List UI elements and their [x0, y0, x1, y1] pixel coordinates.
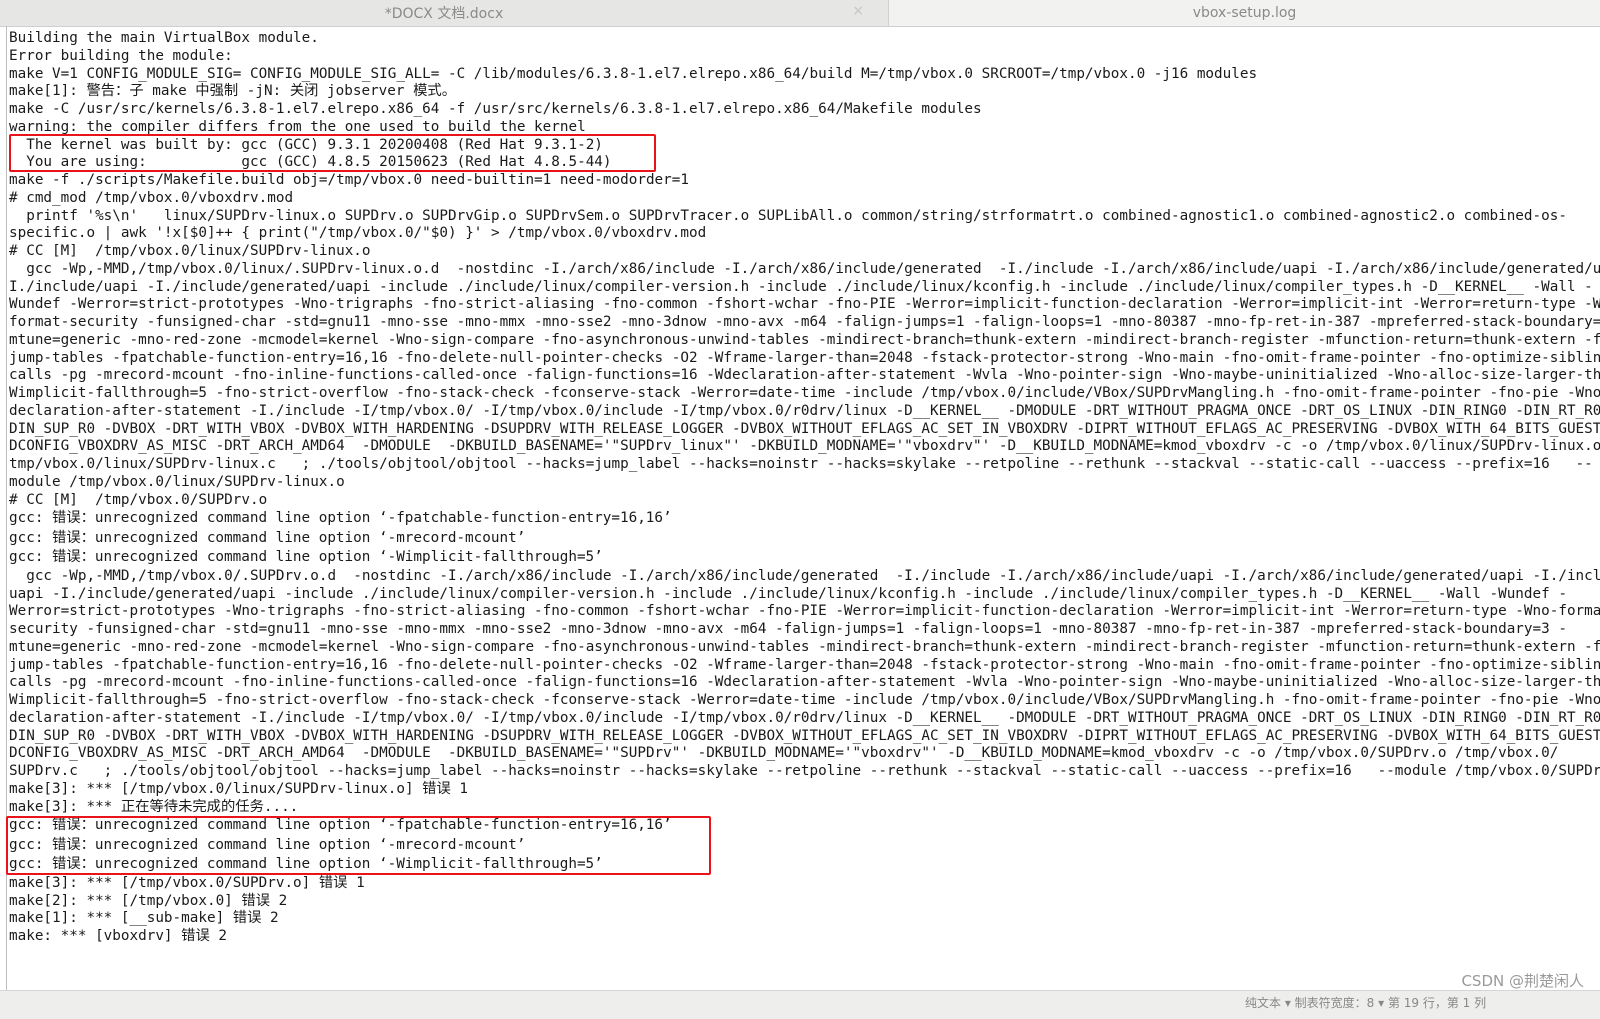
log-line: gcc -Wp,-MMD,/tmp/vbox.0/.SUPDrv.o.d -no…	[9, 567, 1600, 584]
log-line: Wimplicit-fallthrough=5 -fno-strict-over…	[9, 385, 1600, 401]
vertical-scrollbar[interactable]	[6, 26, 7, 1010]
log-line: DCONFIG_VBOXDRV_AS_MISC -DRT_ARCH_AMD64 …	[9, 745, 1559, 762]
log-line: declaration-after-statement -I./include …	[9, 709, 1600, 726]
log-line: make[1]: 警告：子 make 中强制 -jN: 关闭 jobserver…	[9, 83, 456, 100]
log-line: security -funsigned-char -std=gnu11 -mno…	[9, 621, 1567, 637]
log-line: specific.o | awk '!x[$0]++ { print("/tmp…	[9, 225, 707, 242]
log-line: gcc: 错误：unrecognized command line option…	[9, 510, 672, 527]
text-editor-area[interactable]: Building the main VirtualBox module. Erro…	[9, 30, 1600, 999]
log-line: SUPDrv.c ; ./tools/objtool/objtool --hac…	[9, 763, 1600, 779]
log-line: module /tmp/vbox.0/linux/SUPDrv-linux.o	[9, 473, 345, 490]
log-line: gcc -Wp,-MMD,/tmp/vbox.0/linux/.SUPDrv-l…	[9, 260, 1600, 277]
log-line: jump-tables -fpatchable-function-entry=1…	[9, 349, 1600, 366]
log-line: gcc: 错误：unrecognized command line option…	[9, 856, 603, 873]
log-line: uapi -I./include/generated/uapi -include…	[9, 585, 1567, 602]
log-line: tmp/vbox.0/linux/SUPDrv-linux.c ; ./tool…	[9, 456, 1593, 472]
status-info: 纯文本 ▾ 制表符宽度：8 ▾ 第 19 行，第 1 列	[1245, 996, 1487, 1010]
log-line: calls -pg -mrecord-mcount -fno-inline-fu…	[9, 674, 1600, 691]
log-line: Wimplicit-fallthrough=5 -fno-strict-over…	[9, 692, 1600, 708]
log-line: declaration-after-statement -I./include …	[9, 402, 1600, 419]
log-line: jump-tables -fpatchable-function-entry=1…	[9, 656, 1600, 673]
log-line: Werror=strict-prototypes -Wno-trigraphs …	[9, 603, 1600, 620]
tab-label: vbox-setup.log	[1192, 5, 1297, 21]
tab-label: *DOCX 文档.docx	[384, 6, 504, 22]
log-line: make[3]: *** 正在等待未完成的任务....	[9, 798, 299, 815]
log-line: mtune=generic -mno-red-zone -mcmodel=ker…	[9, 331, 1600, 348]
log-line: gcc: 错误：unrecognized command line option…	[9, 549, 603, 566]
log-line: Wundef -Werror=strict-prototypes -Wno-tr…	[9, 296, 1600, 313]
log-line: gcc: 错误：unrecognized command line option…	[9, 817, 672, 834]
log-line: make[3]: *** [/tmp/vbox.0/SUPDrv.o] 错误 1	[9, 874, 365, 891]
log-line: # cmd_mod /tmp/vbox.0/vboxdrv.mod	[9, 189, 294, 206]
log-line: make: *** [vboxdrv] 错误 2	[9, 928, 227, 944]
log-line: calls -pg -mrecord-mcount -fno-inline-fu…	[9, 367, 1600, 384]
log-line: make[2]: *** [/tmp/vbox.0] 错误 2	[9, 892, 288, 909]
log-line: gcc: 错误：unrecognized command line option…	[9, 836, 526, 853]
log-line: make[1]: *** [__sub-make] 错误 2	[9, 910, 279, 927]
log-line: make V=1 CONFIG_MODULE_SIG= CONFIG_MODUL…	[9, 65, 1258, 82]
log-line: You are using: gcc (GCC) 4.8.5 20150623 …	[9, 154, 612, 171]
log-line: # CC [M] /tmp/vbox.0/SUPDrv.o	[9, 491, 268, 508]
tab-vbox-setup-log[interactable]: vbox-setup.log	[888, 0, 1600, 26]
log-line: format-security -funsigned-char -std=gnu…	[9, 314, 1600, 330]
log-line: Error building the module:	[9, 47, 233, 64]
log-line: make[3]: *** [/tmp/vbox.0/linux/SUPDrv-l…	[9, 780, 468, 797]
log-line: DCONFIG_VBOXDRV_AS_MISC -DRT_ARCH_AMD64 …	[9, 438, 1600, 455]
gedit-window: *DOCX 文档.docx × vbox-setup.log Building …	[0, 0, 1600, 1019]
tab-close-icon[interactable]: ×	[852, 3, 864, 19]
tab-bar: *DOCX 文档.docx × vbox-setup.log	[0, 0, 1600, 27]
log-line: DIN_SUP_R0 -DVBOX -DRT_WITH_VBOX -DVBOX_…	[9, 727, 1600, 744]
log-line: make -f ./scripts/Makefile.build obj=/tm…	[9, 172, 689, 188]
log-line: The kernel was built by: gcc (GCC) 9.3.1…	[9, 136, 603, 153]
log-line: gcc: 错误：unrecognized command line option…	[9, 529, 526, 546]
log-line: warning: the compiler differs from the o…	[9, 118, 586, 135]
log-line: make -C /usr/src/kernels/6.3.8-1.el7.elr…	[9, 101, 982, 117]
log-line: I./include/uapi -I./include/generated/ua…	[9, 278, 1593, 295]
log-line: # CC [M] /tmp/vbox.0/linux/SUPDrv-linux.…	[9, 243, 371, 259]
log-line: Building the main VirtualBox module.	[9, 30, 319, 46]
status-bar: 纯文本 ▾ 制表符宽度：8 ▾ 第 19 行，第 1 列	[0, 990, 1600, 1019]
csdn-watermark: CSDN @荆楚闲人	[1461, 972, 1584, 990]
log-line: mtune=generic -mno-red-zone -mcmodel=ker…	[9, 638, 1600, 655]
log-line: DIN_SUP_R0 -DVBOX -DRT_WITH_VBOX -DVBOX_…	[9, 420, 1600, 437]
log-line: printf '%s\n' linux/SUPDrv-linux.o SUPDr…	[9, 207, 1567, 224]
tab-docx-document[interactable]: *DOCX 文档.docx ×	[0, 0, 888, 26]
